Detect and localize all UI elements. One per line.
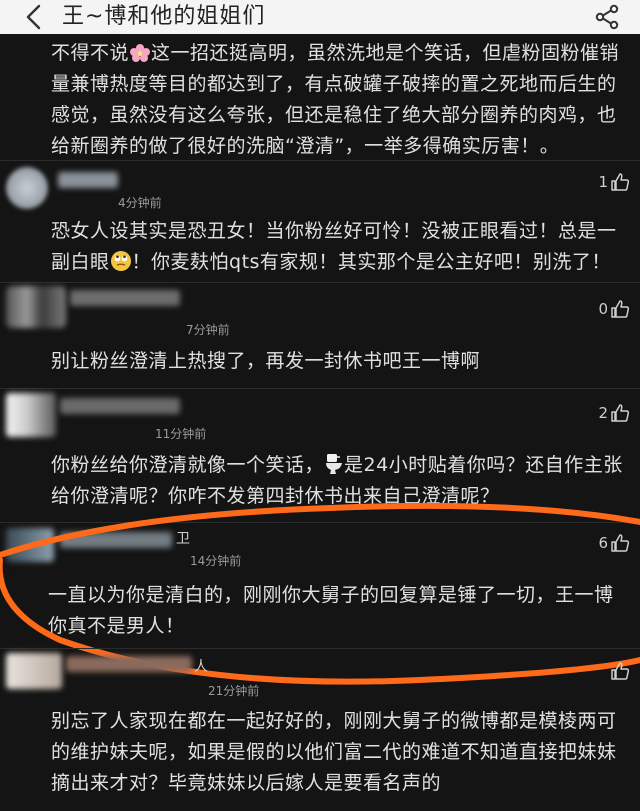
- thumbs-up-icon: [611, 173, 630, 191]
- username-blurred[interactable]: [66, 656, 192, 672]
- comment-text: 不得不说 这一招还挺高明，虽然洗地是个笑话，但虐粉固粉催销量兼博热度等目的都达到了…: [51, 38, 631, 162]
- comment-text: 恐女人设其实是恐丑女！当你粉丝好可怜！没被正眼看过！总是一副白眼 ！你麦麸怕qts…: [51, 216, 631, 278]
- divider: [0, 160, 640, 161]
- flower-emoji: [130, 44, 151, 62]
- share-icon[interactable]: [594, 4, 620, 30]
- avatar[interactable]: [6, 286, 66, 328]
- avatar[interactable]: [6, 653, 62, 689]
- divider: [0, 388, 640, 389]
- avatar[interactable]: [6, 167, 48, 209]
- avatar[interactable]: [6, 528, 54, 562]
- username-fragment: 人: [194, 659, 208, 675]
- thumbs-up-icon: [611, 404, 630, 422]
- like-count: 6: [598, 534, 608, 552]
- comment-text-part: 不得不说: [51, 42, 130, 64]
- like-count: 0: [598, 300, 608, 318]
- like-button[interactable]: [608, 660, 630, 682]
- username-blurred[interactable]: [60, 398, 180, 414]
- comment-text-part: ！你麦麸怕qts有家规！其实那个是公主好吧！别洗了！: [131, 251, 611, 273]
- divider: [0, 522, 640, 523]
- comment-time: 4分钟前: [118, 196, 162, 210]
- like-button[interactable]: 2: [598, 402, 630, 424]
- comment-text: 一直以为你是清白的，刚刚你大舅子的回复算是锤了一切，王一博你真不是男人！: [48, 584, 614, 637]
- like-button[interactable]: 1: [598, 171, 630, 193]
- divider: [0, 648, 640, 649]
- divider: [0, 282, 640, 283]
- comment-time: 14分钟前: [190, 554, 242, 568]
- avatar[interactable]: [6, 393, 56, 437]
- comment-time: 21分钟前: [208, 684, 260, 698]
- comment-text: 你粉丝给你澄清就像一个笑话， 是24小时贴着你吗？还自作主张给你澄清呢？你咋不发第…: [51, 450, 631, 512]
- toilet-emoji: [326, 454, 343, 474]
- username-blurred[interactable]: [58, 172, 118, 188]
- back-arrow-icon[interactable]: [20, 2, 50, 32]
- thumbs-up-icon: [611, 662, 630, 680]
- thumbs-up-icon: [611, 534, 630, 552]
- page-title: 王~博和他的姐姐们: [62, 4, 266, 29]
- comment-text: 别让粉丝澄清上热搜了，再发一封休书吧王一博啊: [51, 350, 481, 372]
- username-blurred[interactable]: [70, 290, 180, 306]
- like-button[interactable]: 6: [598, 532, 630, 554]
- thumbs-up-icon: [611, 300, 630, 318]
- like-count: 2: [598, 404, 608, 422]
- eye-roll-emoji: [110, 251, 131, 271]
- top-bar: 王~博和他的姐姐们: [0, 0, 640, 34]
- comment-text: 别忘了人家现在都在一起好好的，刚刚大舅子的微博都是模棱两可的维护妹夫呢，如果是假…: [51, 710, 617, 794]
- comment-text-part: 你粉丝给你澄清就像一个笑话，: [51, 454, 325, 476]
- comment-time: 11分钟前: [155, 427, 207, 441]
- username-fragment: 卫: [176, 531, 190, 547]
- comment-time: 7分钟前: [186, 323, 230, 337]
- like-count: 1: [598, 173, 608, 191]
- username-blurred[interactable]: [60, 532, 172, 548]
- like-button[interactable]: 0: [598, 298, 630, 320]
